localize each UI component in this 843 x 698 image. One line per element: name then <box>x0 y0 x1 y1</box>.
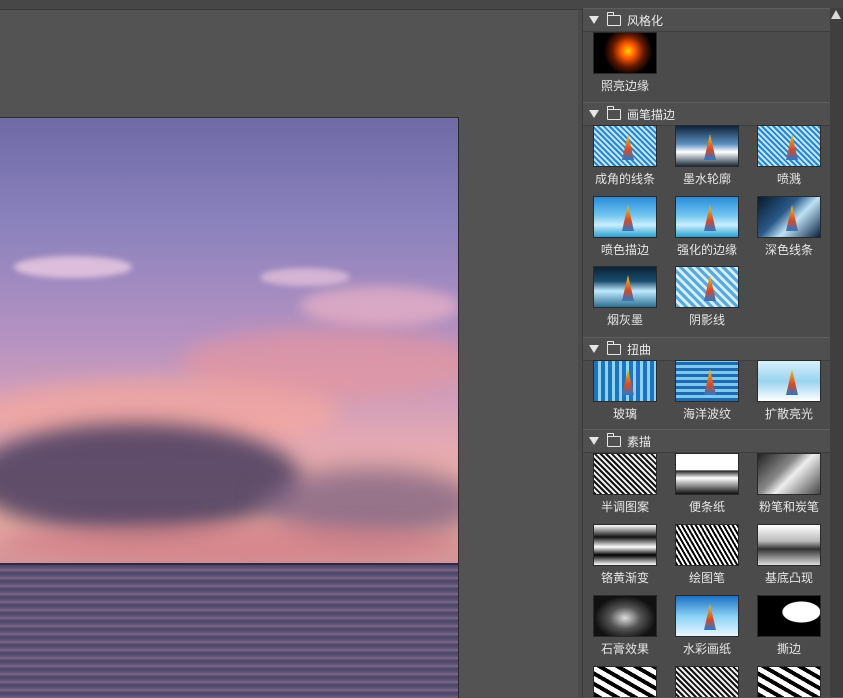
note-paper-thumbnail-icon[interactable] <box>675 453 739 495</box>
group-title: 素描 <box>627 434 652 449</box>
filter-item-spatter[interactable]: 喷溅 <box>747 125 825 191</box>
preview-image-sunset[interactable] <box>0 117 459 698</box>
filter-thumbnail-icon[interactable] <box>593 666 657 697</box>
crosshatch-thumbnail-icon[interactable] <box>675 266 739 308</box>
bas-relief-thumbnail-icon[interactable] <box>757 524 821 566</box>
filter-item-plaster[interactable]: 石膏效果 <box>583 595 661 661</box>
filter-item-ink-outlines[interactable]: 墨水轮廓 <box>665 125 743 191</box>
filter-item-torn-edges[interactable]: 撕边 <box>747 595 825 661</box>
ocean-ripple-thumbnail-icon[interactable] <box>675 360 739 402</box>
filter-label: 喷溅 <box>776 172 801 186</box>
storm-cloud <box>0 423 300 533</box>
filter-label: 石膏效果 <box>600 642 649 656</box>
filter-item-partial[interactable] <box>747 666 825 697</box>
filter-label: 便条纸 <box>688 500 725 514</box>
filter-label: 墨水轮廓 <box>682 172 731 186</box>
filter-item-ocean-ripple[interactable]: 海洋波纹 <box>665 360 743 426</box>
dark-strokes-thumbnail-icon[interactable] <box>757 196 821 238</box>
filter-item-water-paper[interactable]: 水彩画纸 <box>665 595 743 661</box>
filter-label: 粉笔和炭笔 <box>758 500 819 514</box>
sprayed-strokes-thumbnail-icon[interactable] <box>593 196 657 238</box>
group-header-brush-strokes[interactable]: 画笔描边 <box>583 102 831 126</box>
ink-outlines-thumbnail-icon[interactable] <box>675 125 739 167</box>
filter-item-halftone-pattern[interactable]: 半调图案 <box>583 453 661 519</box>
filter-label: 水彩画纸 <box>682 642 731 656</box>
chrome-thumbnail-icon[interactable] <box>593 524 657 566</box>
filter-label: 铬黄渐变 <box>600 571 649 585</box>
group-header-distort[interactable]: 扭曲 <box>583 337 831 361</box>
angled-strokes-thumbnail-icon[interactable] <box>593 125 657 167</box>
filter-item-partial[interactable] <box>665 666 743 697</box>
expand-triangle-icon[interactable] <box>589 345 599 353</box>
filter-item-glass[interactable]: 玻璃 <box>583 360 661 426</box>
sea <box>0 565 458 698</box>
filter-label: 海洋波纹 <box>682 407 731 421</box>
filter-label: 半调图案 <box>600 500 649 514</box>
glow-band <box>0 523 458 563</box>
filter-thumbnail-icon[interactable] <box>757 666 821 697</box>
filter-label: 强化的边缘 <box>676 243 737 257</box>
plaster-thumbnail-icon[interactable] <box>593 595 657 637</box>
filter-label: 基底凸现 <box>764 571 813 585</box>
chalk-charcoal-thumbnail-icon[interactable] <box>757 453 821 495</box>
expand-triangle-icon[interactable] <box>589 16 599 24</box>
group-title: 风格化 <box>627 13 664 28</box>
glass-thumbnail-icon[interactable] <box>593 360 657 402</box>
sumi-e-thumbnail-icon[interactable] <box>593 266 657 308</box>
group-header-stylize[interactable]: 风格化 <box>583 8 831 32</box>
filter-item-glowing-edges[interactable]: 照亮边缘 <box>583 32 661 98</box>
panel-scrollbar[interactable] <box>830 8 843 697</box>
filter-label: 照亮边缘 <box>600 79 649 93</box>
filter-item-sumi-e[interactable]: 烟灰墨 <box>583 266 661 332</box>
spatter-thumbnail-icon[interactable] <box>757 125 821 167</box>
filter-item-sprayed-strokes[interactable]: 喷色描边 <box>583 196 661 262</box>
filter-thumbnail-icon[interactable] <box>675 666 739 697</box>
folder-icon <box>607 11 621 26</box>
filter-label: 绘图笔 <box>688 571 725 585</box>
expand-triangle-icon[interactable] <box>589 110 599 118</box>
filter-item-crosshatch[interactable]: 阴影线 <box>665 266 743 332</box>
filter-label: 撕边 <box>776 642 801 656</box>
folder-icon <box>607 105 621 120</box>
filter-label: 扩散亮光 <box>764 407 813 421</box>
cloud <box>300 286 458 326</box>
scroll-up-arrow-icon[interactable] <box>831 10 841 19</box>
graphic-pen-thumbnail-icon[interactable] <box>675 524 739 566</box>
folder-icon <box>607 340 621 355</box>
group-title: 画笔描边 <box>627 107 676 122</box>
filter-item-chrome[interactable]: 铬黄渐变 <box>583 524 661 590</box>
cloud <box>260 268 350 286</box>
filter-label: 烟灰墨 <box>606 313 643 327</box>
filter-label: 喷色描边 <box>600 243 649 257</box>
filter-label: 深色线条 <box>764 243 813 257</box>
filter-item-note-paper[interactable]: 便条纸 <box>665 453 743 519</box>
expand-triangle-icon[interactable] <box>589 437 599 445</box>
filter-item-graphic-pen[interactable]: 绘图笔 <box>665 524 743 590</box>
filter-item-dark-strokes[interactable]: 深色线条 <box>747 196 825 262</box>
filter-item-partial[interactable] <box>583 666 661 697</box>
torn-edges-thumbnail-icon[interactable] <box>757 595 821 637</box>
accented-edges-thumbnail-icon[interactable] <box>675 196 739 238</box>
filter-label: 阴影线 <box>688 313 725 327</box>
filter-gallery-panel[interactable]: 风格化 照亮边缘 画笔描边 成角的线条 墨水轮廓 喷溅 喷色描边 强化的边缘 深… <box>582 8 831 697</box>
diffuse-glow-thumbnail-icon[interactable] <box>757 360 821 402</box>
halftone-pattern-thumbnail-icon[interactable] <box>593 453 657 495</box>
filter-item-chalk-charcoal[interactable]: 粉笔和炭笔 <box>747 453 825 519</box>
cloud <box>14 256 132 278</box>
filter-item-bas-relief[interactable]: 基底凸现 <box>747 524 825 590</box>
folder-icon <box>607 432 621 447</box>
filter-item-angled-strokes[interactable]: 成角的线条 <box>583 125 661 191</box>
water-paper-thumbnail-icon[interactable] <box>675 595 739 637</box>
group-title: 扭曲 <box>627 342 652 357</box>
filter-label: 成角的线条 <box>594 172 655 186</box>
filter-label: 玻璃 <box>612 407 637 421</box>
filter-item-accented-edges[interactable]: 强化的边缘 <box>665 196 743 262</box>
group-header-sketch[interactable]: 素描 <box>583 429 831 453</box>
filter-item-diffuse-glow[interactable]: 扩散亮光 <box>747 360 825 426</box>
glowing-edges-thumbnail-icon[interactable] <box>593 32 657 74</box>
